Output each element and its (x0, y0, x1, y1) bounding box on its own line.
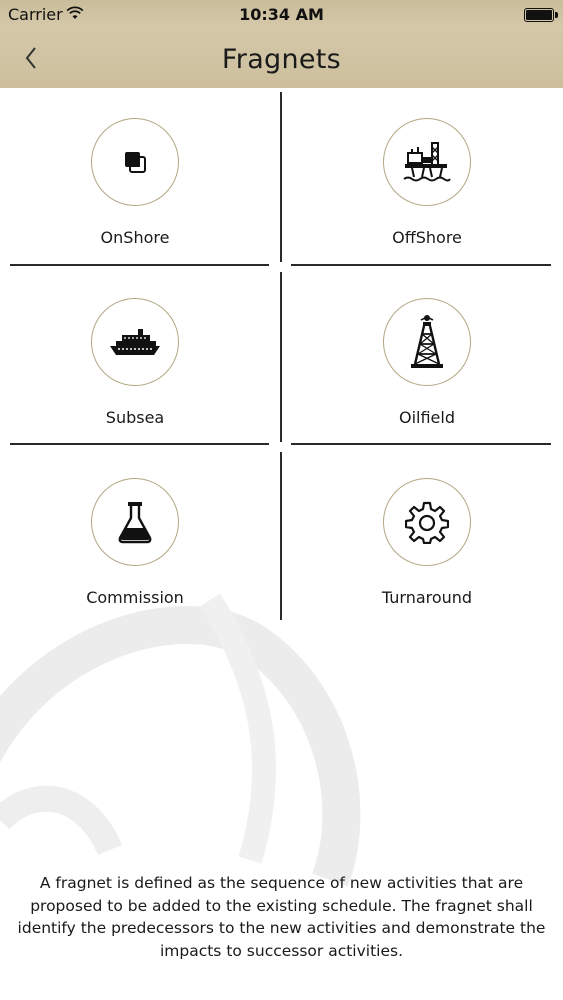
grid-divider (280, 92, 282, 262)
gear-icon (405, 501, 449, 544)
tile-subsea[interactable]: Subsea (0, 270, 270, 448)
fragnet-grid: OnShore OffShore Subsea Oilfield Commiss… (0, 88, 563, 628)
tile-commission[interactable]: Commission (0, 450, 270, 628)
navigation-bar: Fragnets (0, 30, 563, 88)
tile-label: Commission (86, 588, 184, 607)
onshore-icon (125, 152, 146, 173)
page-title: Fragnets (221, 44, 342, 75)
ship-icon (110, 329, 160, 355)
header: Carrier 10:34 AM Fragnets (0, 0, 563, 88)
grid-divider (10, 443, 269, 445)
tile-label: Turnaround (381, 588, 473, 607)
grid-divider (10, 264, 269, 266)
tile-icon-circle (383, 478, 471, 566)
tile-oilfield[interactable]: Oilfield (292, 270, 562, 448)
grid-divider (280, 272, 282, 442)
status-time: 10:34 AM (239, 5, 324, 24)
tile-icon-circle (383, 118, 471, 206)
tile-label: Subsea (105, 408, 165, 427)
tile-icon-circle (91, 478, 179, 566)
fragnet-description: A fragnet is defined as the sequence of … (17, 874, 546, 960)
tile-icon-circle (91, 298, 179, 386)
grid-divider (280, 452, 282, 620)
status-bar: Carrier 10:34 AM (0, 0, 563, 30)
tile-label: OffShore (392, 228, 462, 247)
tile-label: OnShore (100, 228, 170, 247)
tile-offshore[interactable]: OffShore (292, 90, 562, 268)
grid-divider (291, 443, 551, 445)
tile-label: Oilfield (398, 408, 455, 427)
battery-icon (524, 8, 558, 22)
tile-turnaround[interactable]: Turnaround (292, 450, 562, 628)
grid-divider (291, 264, 551, 266)
oil-derrick-icon (411, 315, 443, 368)
tile-onshore[interactable]: OnShore (0, 90, 270, 268)
offshore-rig-icon (403, 142, 451, 182)
tile-icon-circle (383, 298, 471, 386)
flask-icon (118, 502, 152, 544)
tile-icon-circle (91, 118, 179, 206)
